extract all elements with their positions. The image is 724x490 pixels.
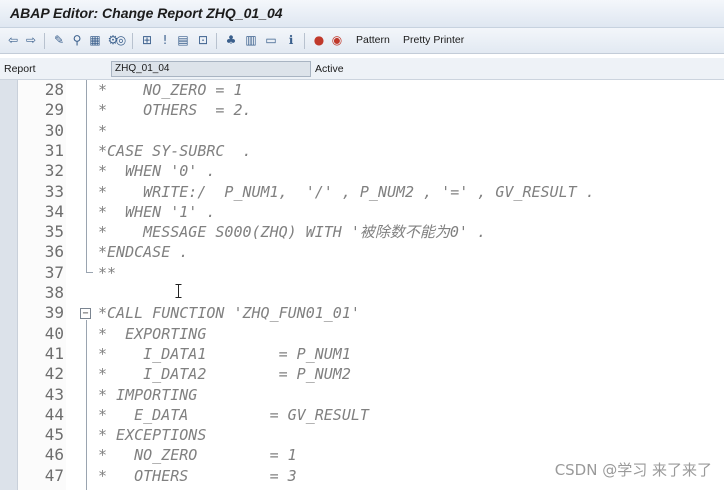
code-line[interactable]: 45 * EXCEPTIONS bbox=[0, 425, 724, 445]
toolbar-separator bbox=[216, 33, 217, 49]
code-line[interactable]: 32 * WHEN '0' . bbox=[0, 161, 724, 181]
line-number: 29 bbox=[44, 100, 64, 120]
code-line[interactable]: 44 * E_DATA = GV_RESULT bbox=[0, 405, 724, 425]
code-line[interactable]: 35 * MESSAGE S000(ZHQ) WITH '被除数不能为0' . bbox=[0, 222, 724, 242]
code-text[interactable]: *CASE SY-SUBRC . bbox=[98, 141, 252, 161]
window-title: ABAP Editor: Change Report ZHQ_01_04 bbox=[10, 5, 283, 21]
line-number: 47 bbox=[44, 465, 64, 485]
code-text[interactable]: * EXCEPTIONS bbox=[98, 425, 206, 445]
code-text[interactable]: * OTHERS = 2. bbox=[98, 100, 252, 120]
code-line[interactable]: 30 * bbox=[0, 121, 724, 141]
back-arrow-icon[interactable]: ⇦ bbox=[6, 33, 20, 47]
screen-icon[interactable]: ▭ bbox=[264, 33, 278, 47]
check-icon[interactable]: ▦ bbox=[88, 33, 102, 47]
navigation-window-icon[interactable]: ▤ bbox=[176, 33, 190, 47]
line-number: 30 bbox=[44, 120, 64, 140]
program-name-field: ZHQ_01_04 bbox=[111, 61, 311, 77]
line-number: 38 bbox=[44, 283, 64, 302]
code-line[interactable]: 41 * I_DATA1 = P_NUM1 bbox=[0, 344, 724, 364]
report-label: Report bbox=[4, 63, 36, 75]
object-list-icon[interactable]: ! bbox=[158, 33, 172, 47]
code-line[interactable]: 29 * OTHERS = 2. bbox=[0, 100, 724, 120]
code-text[interactable]: * EXPORTING bbox=[98, 324, 206, 344]
line-number: 33 bbox=[44, 181, 64, 201]
line-number: 44 bbox=[44, 404, 64, 424]
code-editor[interactable]: − 28 * NO_ZERO = 1 29 * OTHERS = 2. 30 * 31 *CA… bbox=[0, 80, 724, 490]
session-breakpoint-icon[interactable]: ◉ bbox=[330, 33, 344, 47]
code-text[interactable]: * WHEN '0' . bbox=[98, 161, 215, 181]
line-number: 34 bbox=[44, 201, 64, 221]
line-number: 32 bbox=[44, 161, 64, 181]
toolbar-separator bbox=[132, 33, 133, 49]
edit-toggle-icon[interactable]: ✎ bbox=[52, 33, 66, 47]
other-object-icon[interactable]: ⚲ bbox=[70, 33, 84, 47]
watermark: CSDN @学习 来了来了 bbox=[554, 461, 712, 479]
code-line[interactable]: 37 ** bbox=[0, 263, 724, 283]
line-number: 37 bbox=[44, 262, 64, 282]
where-used-icon[interactable]: ⊞ bbox=[140, 33, 154, 47]
code-text[interactable]: * I_DATA1 = P_NUM1 bbox=[98, 344, 351, 364]
code-line[interactable]: 40 * EXPORTING bbox=[0, 324, 724, 344]
line-number: 45 bbox=[44, 425, 64, 445]
program-status: Active bbox=[315, 63, 344, 75]
code-text[interactable]: * MESSAGE S000(ZHQ) WITH '被除数不能为0' . bbox=[98, 222, 486, 242]
text-cursor-icon bbox=[175, 284, 182, 298]
code-line[interactable]: 33 * WRITE:/ P_NUM1, '/' , P_NUM2 , '=' ,… bbox=[0, 182, 724, 202]
line-number: 40 bbox=[44, 323, 64, 343]
toolbar-separator bbox=[304, 33, 305, 49]
code-text[interactable]: * WHEN '1' . bbox=[98, 202, 215, 222]
line-number: 42 bbox=[44, 364, 64, 384]
code-text[interactable]: * OTHERS = 3 bbox=[98, 466, 297, 486]
code-line[interactable]: 31 *CASE SY-SUBRC . bbox=[0, 141, 724, 161]
test-icon[interactable]: ◎ bbox=[114, 33, 128, 47]
line-number: 36 bbox=[44, 242, 64, 262]
code-line[interactable]: 38 bbox=[0, 283, 724, 303]
code-text[interactable]: * NO_ZERO = 1 bbox=[98, 445, 297, 465]
line-number: 46 bbox=[44, 445, 64, 465]
program-info-bar: Report ZHQ_01_04 Active bbox=[0, 58, 724, 80]
code-line[interactable]: 42 * I_DATA2 = P_NUM2 bbox=[0, 364, 724, 384]
toolbar-separator bbox=[44, 33, 45, 49]
code-line[interactable]: 39 *CALL FUNCTION 'ZHQ_FUN01_01' bbox=[0, 303, 724, 323]
code-text[interactable]: * E_DATA = GV_RESULT bbox=[98, 405, 369, 425]
code-line[interactable]: 28 * NO_ZERO = 1 bbox=[0, 80, 724, 100]
line-number: 28 bbox=[44, 80, 64, 99]
title-bar: ABAP Editor: Change Report ZHQ_01_04 bbox=[0, 0, 724, 28]
pretty-printer-button[interactable]: Pretty Printer bbox=[403, 34, 464, 46]
code-text[interactable]: *CALL FUNCTION 'ZHQ_FUN01_01' bbox=[98, 303, 360, 323]
line-number: 39 bbox=[44, 303, 64, 323]
code-text[interactable]: * WRITE:/ P_NUM1, '/' , P_NUM2 , '=' , G… bbox=[98, 182, 595, 202]
code-text[interactable]: * I_DATA2 = P_NUM2 bbox=[98, 364, 351, 384]
hierarchy-icon[interactable]: ♣ bbox=[224, 33, 238, 47]
enhance-icon[interactable]: ▥ bbox=[244, 33, 258, 47]
breakpoint-icon[interactable]: ● bbox=[312, 33, 326, 47]
pattern-button[interactable]: Pattern bbox=[356, 34, 390, 46]
code-line[interactable]: 43 * IMPORTING bbox=[0, 385, 724, 405]
code-line[interactable]: 36 *ENDCASE . bbox=[0, 242, 724, 262]
line-number: 35 bbox=[44, 222, 64, 242]
code-text[interactable]: * IMPORTING bbox=[98, 385, 197, 405]
code-text[interactable]: *ENDCASE . bbox=[98, 242, 188, 262]
code-text[interactable]: * bbox=[98, 121, 107, 141]
line-number: 43 bbox=[44, 384, 64, 404]
code-text[interactable]: ** bbox=[98, 263, 116, 283]
line-number: 31 bbox=[44, 140, 64, 160]
code-line[interactable]: 34 * WHEN '1' . bbox=[0, 202, 724, 222]
line-number: 41 bbox=[44, 343, 64, 363]
info-icon[interactable]: ℹ bbox=[284, 33, 298, 47]
code-text[interactable]: * NO_ZERO = 1 bbox=[98, 80, 243, 100]
application-toolbar: ⇦ ⇨ ✎ ⚲ ▦ ⚙ ◎ ⊞ ! ▤ ⊡ ♣ ▥ ▭ ℹ ● ◉ Patter… bbox=[0, 28, 724, 54]
display-object-list-icon[interactable]: ⊡ bbox=[196, 33, 210, 47]
forward-arrow-icon[interactable]: ⇨ bbox=[24, 33, 38, 47]
